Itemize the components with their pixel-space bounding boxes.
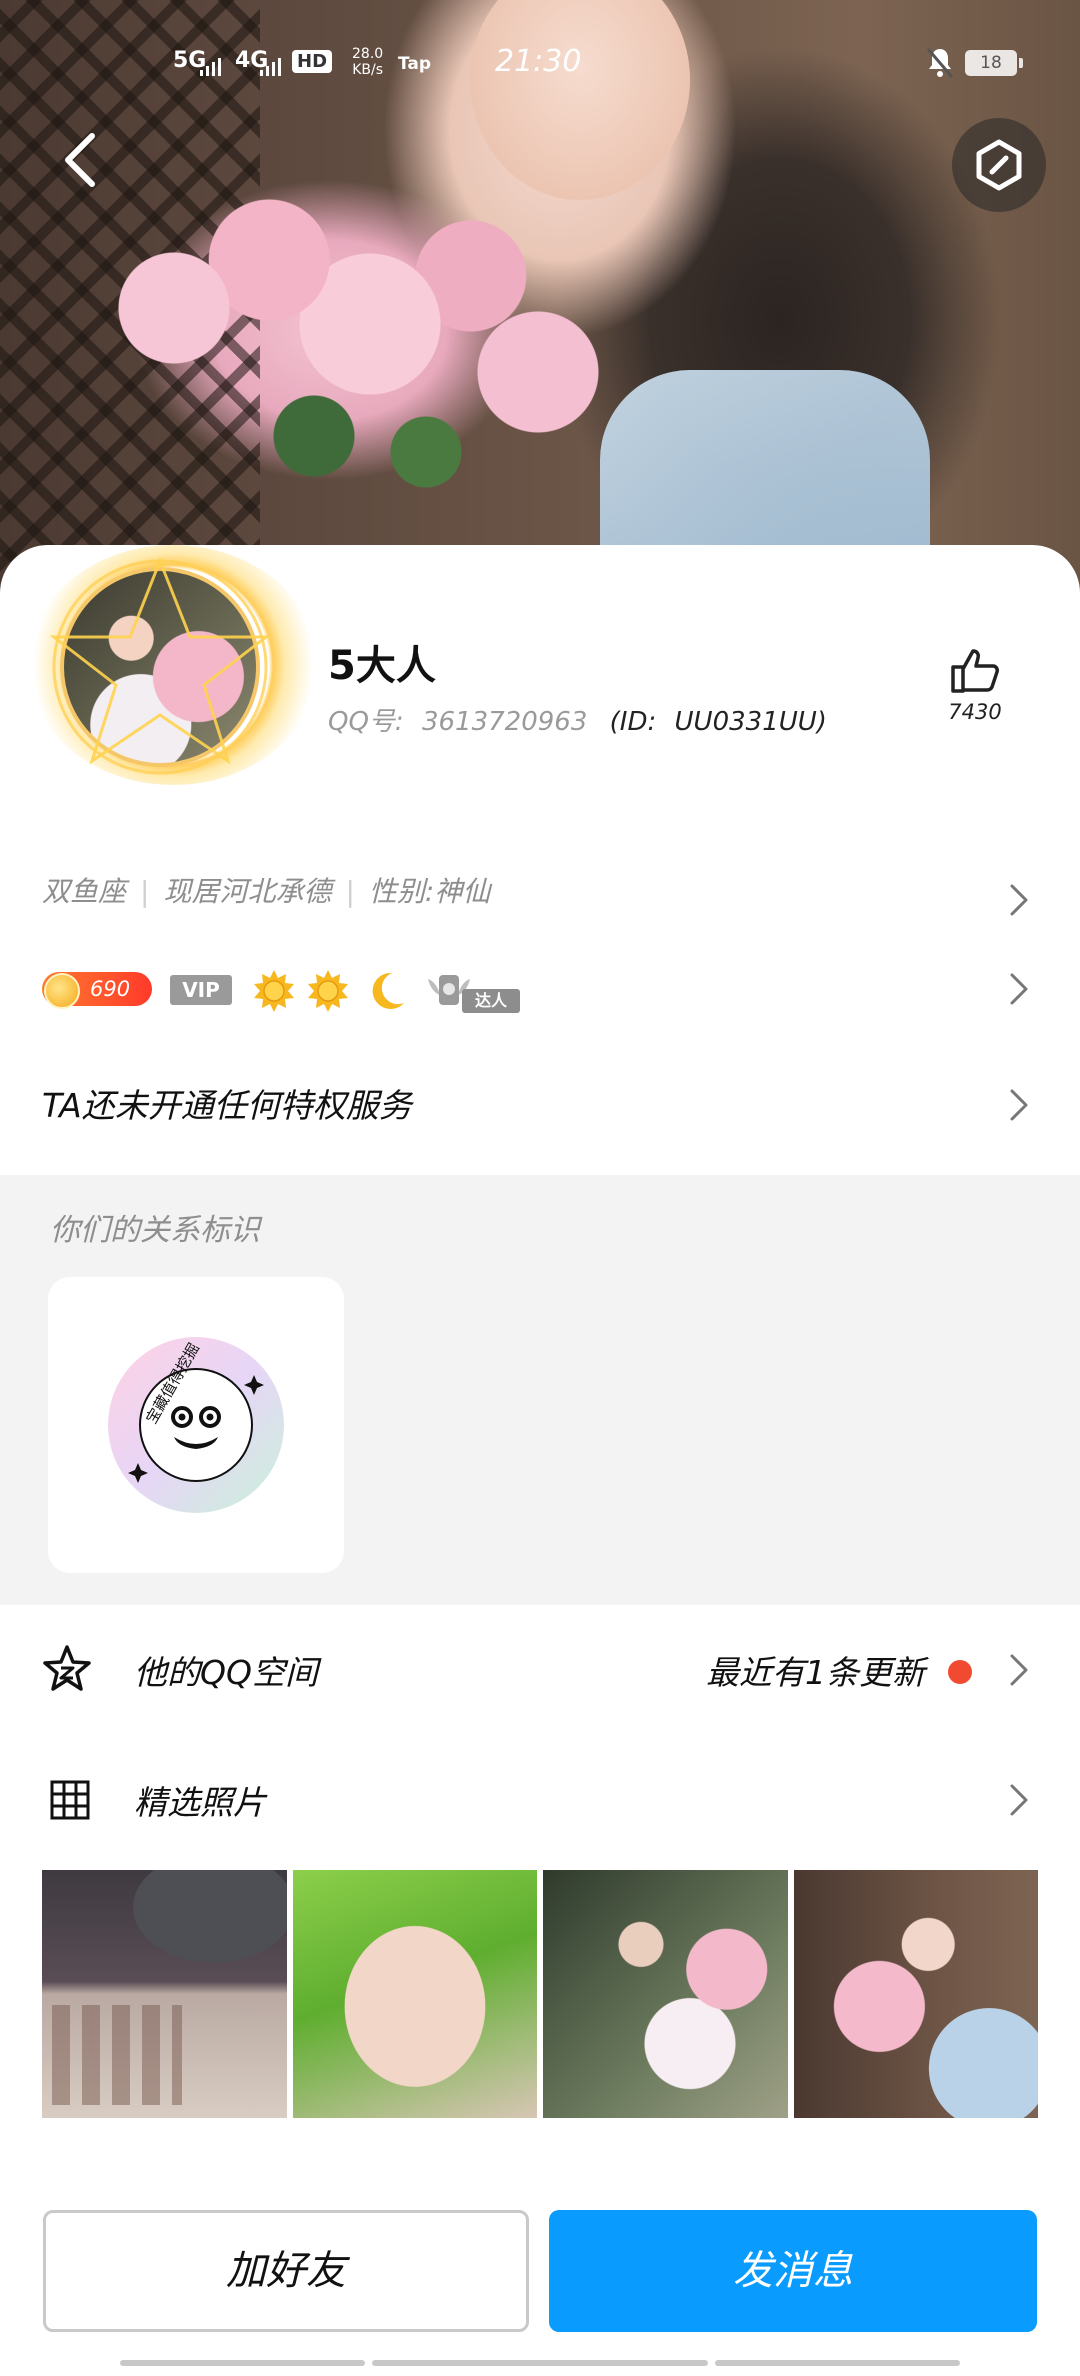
hd-indicator: HD	[292, 50, 333, 73]
daren-tag: 达人	[462, 989, 520, 1013]
qq-label: QQ号:	[328, 707, 404, 737]
status-bar: 5G 4G HD 28.0 KB/s Tap 21:30 18	[0, 40, 1080, 90]
qq-number[interactable]: 3613720963	[422, 707, 587, 737]
featured-photos-label: 精选照片	[134, 1783, 266, 1822]
vip-badge: VIP	[170, 975, 232, 1005]
divider: |	[345, 875, 355, 908]
id-label: (ID:	[609, 707, 657, 737]
chevron-right-icon	[1010, 884, 1028, 916]
treasure-badge-icon: 宝藏值得挖掘	[108, 1337, 284, 1513]
sun-icon	[308, 970, 348, 1012]
cover-bouquet	[90, 180, 650, 500]
send-message-button[interactable]: 发消息	[549, 2210, 1037, 2332]
unread-dot	[948, 1660, 972, 1684]
thumbs-up-icon	[951, 649, 999, 693]
cover-photo[interactable]	[0, 0, 1080, 600]
privilege-text: TA还未开通任何特权服务	[42, 1086, 412, 1125]
badge-row[interactable]: 690 VIP 达人	[0, 955, 1080, 1025]
featured-photos-row[interactable]: 精选照片	[0, 1760, 1080, 1840]
signal-bars-icon-2	[260, 58, 281, 76]
zodiac: 双鱼座	[42, 875, 127, 908]
back-button[interactable]	[38, 118, 122, 202]
basic-info-row[interactable]: 双鱼座 | 现居河北承德 | 性别:神仙	[0, 860, 1080, 940]
clock: 21:30	[495, 44, 582, 79]
photo-thumbnail-bouquet-man[interactable]	[543, 1870, 788, 2118]
chevron-right-icon	[1010, 1654, 1028, 1686]
relationship-badge-card[interactable]: 宝藏值得挖掘	[48, 1277, 344, 1573]
grid-icon	[50, 1780, 90, 1820]
battery-indicator: 18	[965, 50, 1023, 76]
bell-off-icon	[926, 48, 954, 78]
gender: 性别:神仙	[368, 875, 491, 908]
photo-thumbnail-green-hair[interactable]	[292, 1870, 537, 2118]
qzone-update-text: 最近有1条更新	[706, 1653, 925, 1692]
bottom-action-bar: 加好友 发消息	[0, 2160, 1080, 2376]
more-menu-button[interactable]	[952, 118, 1046, 212]
nickname: 5大人	[328, 643, 436, 689]
photo-thumbnail-girl-roses[interactable]	[793, 1870, 1038, 2118]
qzone-row[interactable]: 他的QQ空间 最近有1条更新	[0, 1630, 1080, 1710]
nav-indicator	[715, 2360, 960, 2366]
star-icon	[43, 1645, 91, 1691]
like-count: 7430	[948, 700, 1002, 724]
avatar-frame[interactable]	[18, 545, 318, 785]
avatar-star-frame-icon	[49, 556, 271, 775]
back-arrow-icon	[65, 133, 95, 187]
nav-indicator	[120, 2360, 365, 2366]
sun-icon	[254, 970, 294, 1012]
id-value[interactable]: UU0331UU)	[675, 707, 827, 737]
signal-bars-icon	[200, 58, 221, 76]
moon-icon	[372, 972, 404, 1009]
net-speed: 28.0 KB/s	[352, 46, 383, 78]
hexagon-menu-icon	[976, 139, 1022, 191]
location: 现居河北承德	[163, 875, 332, 908]
net-speed-unit: KB/s	[352, 62, 383, 78]
relationship-title: 你们的关系标识	[50, 1213, 260, 1248]
add-friend-button[interactable]: 加好友	[43, 2210, 529, 2332]
chevron-right-icon	[1010, 1089, 1028, 1121]
app-notification-label: Tap	[398, 54, 432, 74]
privilege-row[interactable]: TA还未开通任何特权服务	[0, 1065, 1080, 1145]
chevron-right-icon	[1010, 1784, 1028, 1816]
daren-badge: 达人	[424, 969, 520, 1013]
basic-info-text: 双鱼座 | 现居河北承德 | 性别:神仙	[42, 870, 490, 910]
photo-strip	[42, 1870, 1038, 2118]
chevron-right-icon	[1010, 973, 1028, 1005]
qq-id-line: QQ号: 3613720963 (ID: UU0331UU)	[328, 701, 827, 738]
photo-thumbnail-cat[interactable]	[42, 1870, 287, 2118]
net-speed-value: 28.0	[352, 46, 384, 62]
nav-indicator	[372, 2360, 708, 2366]
relationship-section: 你们的关系标识 宝藏值得挖掘	[0, 1175, 1080, 1605]
level-badge: 690	[42, 972, 152, 1009]
cover-face	[470, 0, 690, 200]
qzone-label: 他的QQ空间	[134, 1653, 318, 1692]
divider: |	[140, 875, 150, 908]
